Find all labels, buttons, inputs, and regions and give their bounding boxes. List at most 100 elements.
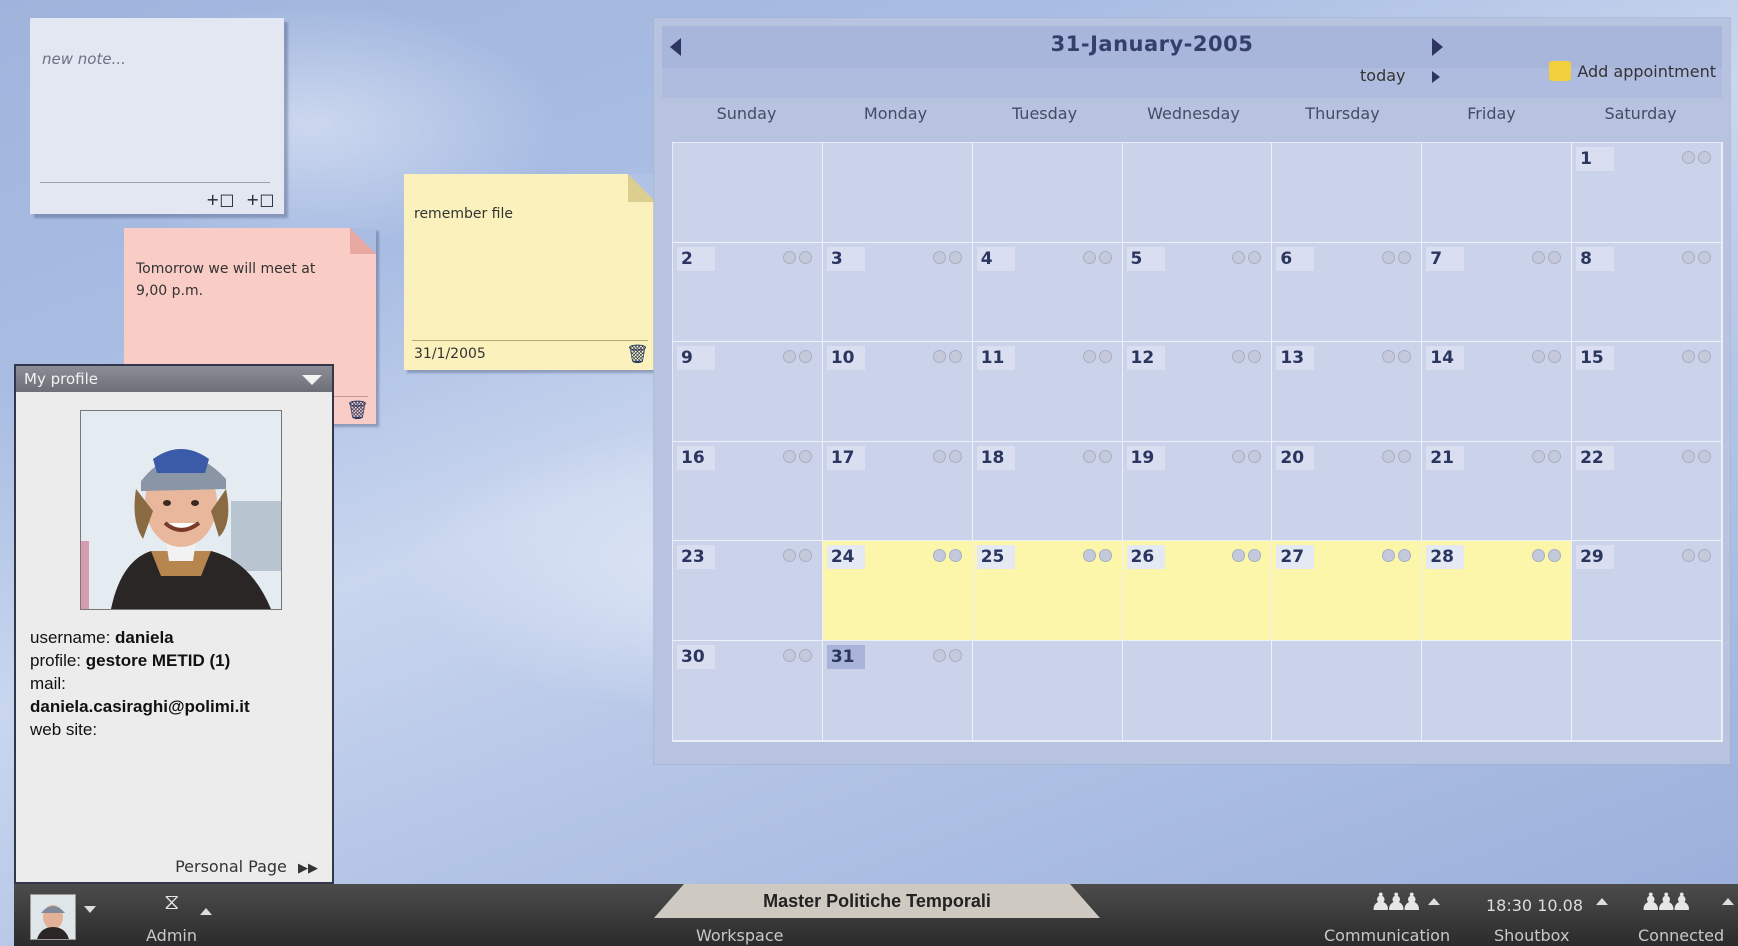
day-number[interactable]: 1 [1576,147,1615,171]
calendar-day-cell[interactable]: 25 [972,541,1123,641]
workspace-tab[interactable]: Master Politiche Temporali [654,884,1100,918]
shoutbox-label[interactable]: Shoutbox [1494,926,1569,945]
day-number[interactable]: 15 [1576,346,1615,371]
calendar-day-cell[interactable]: 18 [972,441,1123,542]
day-number[interactable]: 22 [1576,445,1615,470]
calendar-day-cell[interactable]: 31 [822,641,973,741]
day-number[interactable]: 18 [976,445,1015,470]
new-note-panel[interactable]: new note... +□ +□ [30,18,284,214]
workspace-label[interactable]: Workspace [696,926,783,945]
calendar-day-cell[interactable]: 5 [1122,242,1273,343]
calendar-day-cell[interactable]: 12 [1122,342,1273,442]
day-number[interactable]: 25 [976,545,1015,570]
calendar-day-cell[interactable]: 22 [1572,441,1722,542]
chevron-up-icon[interactable] [1428,898,1440,905]
day-number[interactable]: 23 [677,545,715,570]
calendar-day-cell[interactable]: 11 [972,342,1123,442]
calendar-day-cell[interactable]: 21 [1422,441,1573,542]
day-number[interactable]: 27 [1276,545,1315,570]
communication-icon[interactable]: ♟♟♟ [1370,888,1422,916]
day-number[interactable]: 8 [1576,246,1615,271]
day-number[interactable]: 19 [1126,445,1165,470]
calendar-empty-cell [972,143,1123,243]
chevron-up-icon[interactable] [1596,898,1608,905]
calendar-day-cell[interactable]: 9 [673,342,823,442]
chevron-down-icon[interactable] [84,906,96,913]
day-number[interactable]: 5 [1126,246,1165,271]
day-number[interactable]: 2 [677,246,715,271]
indicator-dot-icon [782,649,796,662]
calendar-day-cell[interactable]: 15 [1572,342,1722,442]
day-number[interactable]: 10 [826,346,865,371]
hourglass-icon[interactable]: ⧖ [164,890,179,915]
connected-users-icon[interactable]: ♟♟♟ [1640,888,1692,916]
calendar-day-cell[interactable]: 16 [673,441,823,542]
day-number[interactable]: 11 [976,346,1015,371]
indicator-dot-icon [1548,449,1562,463]
calendar-day-cell[interactable]: 19 [1122,441,1273,542]
day-number[interactable]: 17 [826,445,865,470]
avatar[interactable] [30,894,76,940]
add-note-icon[interactable]: +□ [206,190,235,209]
calendar-day-cell[interactable]: 20 [1272,441,1423,542]
day-number[interactable]: 31 [826,645,865,669]
day-number[interactable]: 9 [677,346,715,371]
indicator-dot-icon [1681,449,1695,463]
profile-header[interactable]: My profile [16,366,332,392]
calendar-day-cell[interactable]: 4 [972,242,1123,343]
day-number[interactable]: 20 [1276,445,1315,470]
calendar-day-cell[interactable]: 14 [1422,342,1573,442]
calendar-day-cell[interactable]: 3 [822,242,973,343]
day-number[interactable]: 14 [1426,346,1465,371]
calendar-day-cell[interactable]: 6 [1272,242,1423,343]
connected-label[interactable]: Connected [1638,926,1724,945]
day-number[interactable]: 24 [826,545,865,570]
sticky-note[interactable]: remember file 31/1/2005 🗑 [404,174,656,370]
calendar-day-cell[interactable]: 13 [1272,342,1423,442]
indicator-dot-icon [798,649,812,662]
add-note-icon[interactable]: +□ [246,190,275,209]
communication-label[interactable]: Communication [1324,926,1450,945]
trash-icon[interactable]: 🗑 [346,400,369,421]
indicator-dot-icon [798,549,812,563]
calendar-day-cell[interactable]: 26 [1122,541,1273,641]
calendar-day-cell[interactable]: 27 [1272,541,1423,641]
next-month-icon[interactable] [1432,38,1443,56]
calendar-day-cell[interactable]: 24 [822,541,973,641]
admin-label[interactable]: Admin [146,926,197,945]
day-number[interactable]: 28 [1426,545,1465,570]
calendar-day-cell[interactable]: 10 [822,342,973,442]
calendar-day-cell[interactable]: 17 [822,441,973,542]
day-number[interactable]: 7 [1426,246,1465,271]
calendar-day-cell[interactable]: 2 [673,242,823,343]
calendar-day-cell[interactable]: 8 [1572,242,1722,343]
day-number[interactable]: 21 [1426,445,1465,470]
mail-value[interactable]: daniela.casiraghi@polimi.it [30,697,250,716]
calendar-day-cell[interactable]: 7 [1422,242,1573,343]
calendar-day-cell[interactable]: 23 [673,541,823,641]
appointment-indicators [1679,547,1711,566]
calendar-day-cell[interactable]: 1 [1572,143,1722,243]
calendar-day-cell[interactable]: 28 [1422,541,1573,641]
day-number[interactable]: 3 [826,246,865,271]
add-appointment-button[interactable]: Add appointment [1549,60,1716,83]
today-arrow-icon[interactable] [1432,71,1440,83]
day-number[interactable]: 4 [976,246,1015,271]
personal-page-link[interactable]: Personal Page ▶▶ [175,857,318,876]
day-number[interactable]: 30 [677,645,715,669]
weekday-header: Tuesday [1011,104,1078,123]
collapse-icon[interactable] [302,375,322,385]
calendar-day-cell[interactable]: 29 [1572,541,1722,641]
day-number[interactable]: 26 [1126,545,1165,570]
chevron-up-icon[interactable] [1722,898,1734,905]
day-number[interactable]: 29 [1576,545,1615,570]
new-note-placeholder[interactable]: new note... [42,50,126,68]
day-number[interactable]: 12 [1126,346,1165,371]
calendar-day-cell[interactable]: 30 [673,641,823,741]
chevron-up-icon[interactable] [200,908,212,915]
today-link[interactable]: today [1360,66,1406,85]
day-number[interactable]: 16 [677,445,715,470]
day-number[interactable]: 6 [1276,246,1315,271]
trash-icon[interactable]: 🗑 [626,344,649,365]
day-number[interactable]: 13 [1276,346,1315,371]
